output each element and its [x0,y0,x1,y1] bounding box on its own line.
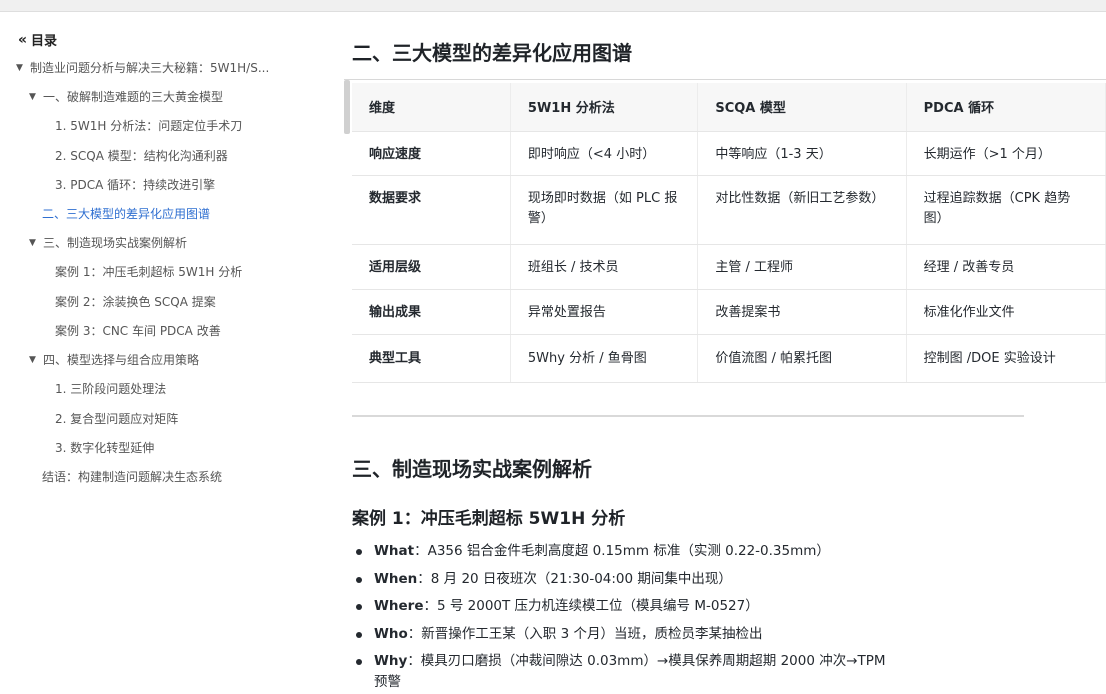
toc-item-label: 制造业问题分析与解决三大秘籍：5W1H/S... [30,61,270,75]
toc-item-pdca[interactable]: 3. PDCA 循环：持续改进引擎 [55,177,215,193]
section-2-heading: 二、三大模型的差异化应用图谱 [352,41,632,65]
document-body: 二、三大模型的差异化应用图谱 维度 5W1H 分析法 SCQA 模型 PDCA … [340,0,1106,694]
horizontal-rule [352,415,1024,417]
toc-item-label: 一、破解制造难题的三大黄金模型 [43,90,224,104]
toc-item-section-3[interactable]: ▼ 三、制造现场实战案例解析 [29,235,187,251]
table-cell-dimension: 数据要求 [352,175,511,245]
toc-item-root[interactable]: ▼ 制造业问题分析与解决三大秘籍：5W1H/S... [16,60,286,76]
toc-item-three-stage[interactable]: 1. 三阶段问题处理法 [55,381,166,397]
toc-item-label: 2. 复合型问题应对矩阵 [55,412,179,426]
toc-item-label: 四、模型选择与组合应用策略 [43,353,200,367]
table-cell: 主管 / 工程师 [697,244,907,290]
toc-item-conclusion[interactable]: 结语：构建制造问题解决生态系统 [42,469,222,485]
table-cell-dimension: 典型工具 [352,334,511,383]
toc-item-label: 3. PDCA 循环：持续改进引擎 [55,178,216,192]
bullet-key: Who [374,625,408,642]
toc-item-case-3[interactable]: 案例 3：CNC 车间 PDCA 改善 [55,323,221,339]
table-cell: 价值流图 / 帕累托图 [697,334,907,383]
toc-item-label: 二、三大模型的差异化应用图谱 [42,207,211,221]
caret-down-icon[interactable]: ▼ [29,235,39,251]
table-row: 适用层级 班组长 / 技术员 主管 / 工程师 经理 / 改善专员 [352,244,1106,290]
toc-item-5w1h[interactable]: 1. 5W1H 分析法：问题定位手术刀 [55,118,242,134]
table-cell: 现场即时数据（如 PLC 报警） [510,175,699,245]
toc-item-label: 3. 数字化转型延伸 [55,441,155,455]
toc-item-case-2[interactable]: 案例 2：涂装换色 SCQA 提案 [55,294,216,310]
table-cell: 长期运作（>1 个月） [906,131,1106,176]
toc-item-section-1[interactable]: ▼ 一、破解制造难题的三大黄金模型 [29,89,223,105]
table-cell-dimension: 输出成果 [352,289,511,335]
table-cell: 经理 / 改善专员 [906,244,1106,290]
table-header-cell: SCQA 模型 [697,83,907,132]
toc-item-case-1[interactable]: 案例 1：冲压毛刺超标 5W1H 分析 [55,264,242,280]
toc-item-label: 案例 2：涂装换色 SCQA 提案 [55,295,216,309]
collapse-chevron-icon[interactable]: « [18,32,27,48]
table-cell: 班组长 / 技术员 [510,244,699,290]
table-cell: 中等响应（1-3 天） [697,131,907,176]
list-item: When：8 月 20 日夜班次（21:30-04:00 期间集中出现） [354,566,886,594]
caret-down-icon[interactable]: ▼ [29,89,39,105]
table-cell: 对比性数据（新旧工艺参数） [697,175,907,245]
comparison-table: 维度 5W1H 分析法 SCQA 模型 PDCA 循环 响应速度 即时响应（<4… [352,83,1106,383]
toc-item-section-4[interactable]: ▼ 四、模型选择与组合应用策略 [29,352,199,368]
table-cell: 过程追踪数据（CPK 趋势图） [906,175,1106,245]
comparison-table-container: 维度 5W1H 分析法 SCQA 模型 PDCA 循环 响应速度 即时响应（<4… [344,79,1106,384]
bullet-key: What [374,543,415,559]
toc-item-label: 1. 5W1H 分析法：问题定位手术刀 [55,119,243,133]
toc-item-section-2[interactable]: 二、三大模型的差异化应用图谱 [42,206,210,222]
table-cell: 异常处置报告 [510,289,699,335]
section-3-heading: 三、制造现场实战案例解析 [352,457,592,481]
table-row: 输出成果 异常处置报告 改善提案书 标准化作业文件 [352,289,1106,335]
bullet-text: ：5 号 2000T 压力机连续模工位（模具编号 M-0527） [423,598,759,614]
bullet-text: ：模具刃口磨损（冲裁间隙达 0.03mm）→模具保养周期超期 2000 冲次→T… [407,653,886,669]
table-cell-dimension: 响应速度 [352,131,511,176]
toc-item-label: 案例 3：CNC 车间 PDCA 改善 [55,324,221,338]
list-item: Who：新晋操作工王某（入职 3 个月）当班，质检员李某抽检出 [354,621,886,649]
table-header-cell: PDCA 循环 [906,83,1106,132]
table-cell: 改善提案书 [697,289,907,335]
bullet-text: ：新晋操作工王某（入职 3 个月）当班，质检员李某抽检出 [407,625,763,642]
bullet-text-continued: 预警 [374,673,401,690]
bullet-text: ：A356 铝合金件毛刺高度超 0.15mm 标准（实测 0.22-0.35mm… [414,543,830,559]
toc-item-label: 1. 三阶段问题处理法 [55,382,167,396]
table-cell-dimension: 适用层级 [352,244,511,290]
case-1-heading: 案例 1：冲压毛刺超标 5W1H 分析 [352,509,626,529]
caret-down-icon[interactable]: ▼ [16,60,26,76]
toc-title: 目录 [31,34,58,49]
table-cell: 标准化作业文件 [906,289,1106,335]
bullet-key: Where [374,598,424,614]
table-row: 典型工具 5Why 分析 / 鱼骨图 价值流图 / 帕累托图 控制图 /DOE … [352,334,1106,383]
table-header-row: 维度 5W1H 分析法 SCQA 模型 PDCA 循环 [352,83,1106,132]
table-row: 数据要求 现场即时数据（如 PLC 报警） 对比性数据（新旧工艺参数） 过程追踪… [352,175,1106,245]
toc-item-matrix[interactable]: 2. 复合型问题应对矩阵 [55,411,178,427]
toc-item-label: 案例 1：冲压毛刺超标 5W1H 分析 [55,265,243,279]
table-cell: 控制图 /DOE 实验设计 [906,334,1106,383]
list-item: Why：模具刃口磨损（冲裁间隙达 0.03mm）→模具保养周期超期 2000 冲… [354,648,886,692]
toc-header[interactable]: « 目录 [18,30,58,50]
table-header-cell: 维度 [352,83,511,132]
bullet-key: When [374,570,418,587]
table-cell: 即时响应（<4 小时） [510,131,699,176]
list-item: What：A356 铝合金件毛刺高度超 0.15mm 标准（实测 0.22-0.… [354,538,886,566]
toc-item-label: 结语：构建制造问题解决生态系统 [42,470,223,484]
list-item: Where：5 号 2000T 压力机连续模工位（模具编号 M-0527） [354,593,886,621]
table-resize-handle[interactable] [344,80,350,134]
table-of-contents: « 目录 ▼ 制造业问题分析与解决三大秘籍：5W1H/S... ▼ 一、破解制造… [0,28,300,688]
table-cell: 5Why 分析 / 鱼骨图 [510,334,699,383]
toc-item-label: 2. SCQA 模型：结构化沟通利器 [55,149,228,163]
bullet-text: ：8 月 20 日夜班次（21:30-04:00 期间集中出现） [417,570,732,587]
bullet-key: Why [374,653,408,669]
table-row: 响应速度 即时响应（<4 小时） 中等响应（1-3 天） 长期运作（>1 个月） [352,131,1106,176]
table-header-cell: 5W1H 分析法 [510,83,699,132]
toc-item-digital[interactable]: 3. 数字化转型延伸 [55,440,154,456]
caret-down-icon[interactable]: ▼ [29,352,39,368]
toc-item-scqa[interactable]: 2. SCQA 模型：结构化沟通利器 [55,148,228,164]
toc-item-label: 三、制造现场实战案例解析 [43,236,188,250]
case-1-bullet-list: What：A356 铝合金件毛刺高度超 0.15mm 标准（实测 0.22-0.… [354,538,886,692]
